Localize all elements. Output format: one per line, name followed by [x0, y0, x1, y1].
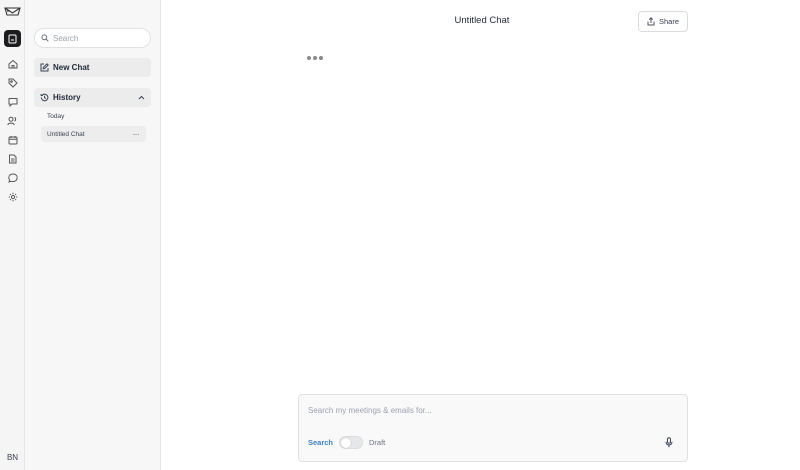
search-placeholder: Search [53, 33, 79, 43]
search-mode-label[interactable]: Search [308, 438, 333, 447]
icon-rail: BN [0, 0, 25, 470]
chat-main: Untitled Chat Share Search my meetings &… [161, 0, 800, 470]
home-icon[interactable] [7, 58, 18, 69]
messages-icon[interactable] [7, 96, 18, 107]
avatar[interactable]: BN [3, 449, 22, 465]
new-chat-label: New Chat [53, 63, 90, 72]
contacts-icon[interactable] [7, 115, 18, 126]
typing-dot [307, 56, 311, 60]
settings-icon[interactable] [7, 191, 18, 202]
app-window: BN Search New Chat History Today Untitle… [0, 0, 800, 470]
typing-dot [313, 56, 317, 60]
logo-icon[interactable] [4, 5, 21, 19]
sidebar: Search New Chat History Today Untitled C… [25, 0, 161, 470]
chat-title: Untitled Chat [454, 15, 510, 26]
microphone-icon[interactable] [665, 437, 673, 448]
edit-icon [40, 63, 49, 72]
chevron-up-icon[interactable] [138, 95, 145, 100]
search-icon [41, 34, 49, 42]
tag-icon[interactable] [7, 77, 18, 88]
more-options-icon[interactable]: ··· [133, 130, 140, 139]
draft-toggle[interactable] [339, 436, 363, 449]
history-label: History [53, 93, 81, 102]
chat-app-icon[interactable] [4, 30, 21, 47]
draft-mode-label[interactable]: Draft [369, 438, 385, 447]
calendar-icon[interactable] [7, 134, 18, 145]
history-group-label: Today [47, 113, 65, 120]
history-toggle[interactable]: History [34, 88, 151, 107]
toggle-knob [341, 438, 351, 448]
share-label: Share [658, 17, 679, 26]
history-item[interactable]: Untitled Chat ··· [41, 126, 146, 142]
typing-indicator [307, 56, 323, 60]
new-chat-button[interactable]: New Chat [34, 58, 151, 77]
chat-bubble-icon[interactable] [7, 172, 18, 183]
share-icon [647, 17, 655, 26]
search-input[interactable]: Search [34, 28, 151, 48]
share-button[interactable]: Share [638, 11, 688, 32]
typing-dot [319, 56, 323, 60]
history-item-label: Untitled Chat [47, 130, 85, 138]
document-icon[interactable] [7, 153, 18, 164]
message-composer: Search my meetings & emails for... Searc… [298, 394, 688, 462]
composer-input[interactable]: Search my meetings & emails for... [308, 406, 432, 415]
history-icon [40, 93, 49, 102]
